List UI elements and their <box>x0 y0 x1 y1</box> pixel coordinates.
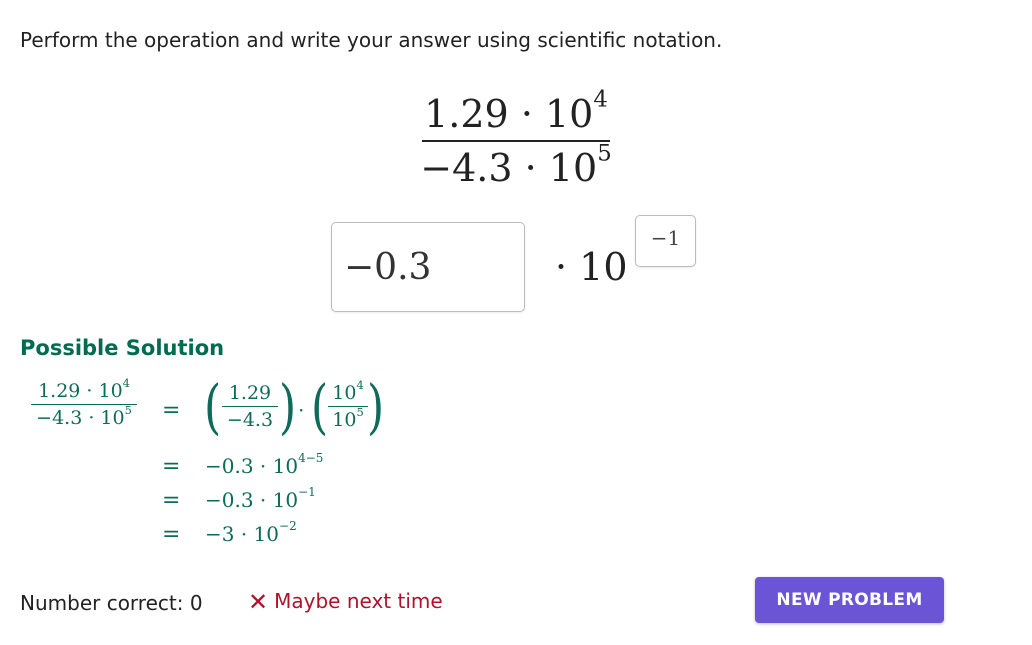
equals-sign: = <box>162 488 181 513</box>
correct-count: Number correct: 0 <box>20 591 203 615</box>
step1-fraction-b: 104 105 <box>328 379 368 433</box>
coefficient-input[interactable] <box>332 223 524 311</box>
new-problem-button[interactable]: NEW PROBLEM <box>755 577 944 623</box>
solution-title: Possible Solution <box>20 336 225 360</box>
solution-lhs-fraction: 1.29 · 104 −4.3 · 105 <box>31 377 137 431</box>
problem-numerator: 1.29 · 104 <box>424 86 608 136</box>
step1-fraction-a: 1.29 −4.3 <box>222 380 278 433</box>
multiply-dot: · <box>298 398 305 422</box>
right-paren: ) <box>279 372 297 442</box>
solution-step-3: −0.3 · 10−1 <box>205 485 316 512</box>
equals-sign: = <box>162 522 181 547</box>
exponent-input[interactable] <box>636 216 695 266</box>
coefficient-field-box <box>331 222 525 312</box>
solution-step-4: −3 · 10−2 <box>205 519 297 546</box>
left-paren: ( <box>311 372 329 442</box>
instruction-text: Perform the operation and write your ans… <box>20 28 723 52</box>
left-paren: ( <box>204 372 222 442</box>
exponent-field-box <box>635 215 696 267</box>
problem-fraction: 1.29 · 104 −4.3 · 105 <box>420 88 612 194</box>
close-x-icon: ✕ <box>248 588 269 616</box>
equals-sign: = <box>162 454 181 479</box>
right-paren: ) <box>367 372 385 442</box>
feedback-message: ✕ Maybe next time <box>248 588 443 616</box>
equals-sign: = <box>162 398 181 423</box>
problem-denominator: −4.3 · 105 <box>420 140 612 190</box>
feedback-text: Maybe next time <box>274 589 443 613</box>
times-ten-label: · 10 <box>555 245 628 289</box>
solution-step-2: −0.3 · 104−5 <box>205 451 324 478</box>
